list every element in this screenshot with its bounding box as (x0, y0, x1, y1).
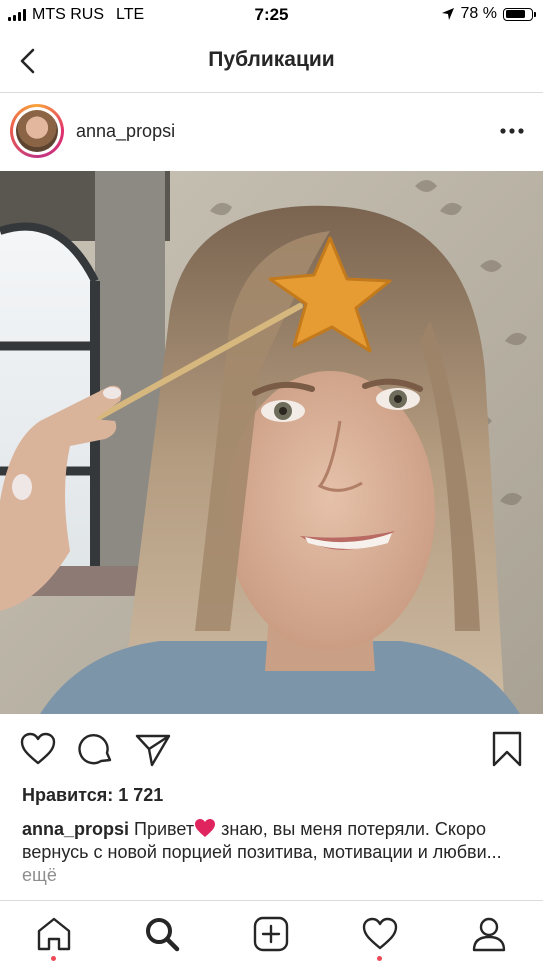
avatar[interactable] (10, 104, 64, 158)
post-header: anna_propsi (0, 93, 543, 171)
post-username[interactable]: anna_propsi (76, 121, 175, 142)
like-button[interactable] (19, 730, 57, 768)
home-icon (37, 917, 71, 951)
plus-square-icon (253, 916, 289, 952)
red-heart-emoji-icon (195, 819, 216, 837)
post-caption: anna_propsi Привет знаю, вы меня потерял… (22, 818, 522, 887)
ellipsis-icon (500, 128, 524, 134)
status-right: 78 % (441, 5, 536, 23)
location-arrow-icon (441, 8, 454, 20)
post-actions (0, 714, 543, 784)
tab-activity[interactable] (361, 915, 399, 953)
tab-bar (0, 900, 543, 967)
caption-username[interactable]: anna_propsi (22, 819, 129, 839)
post-photo-illustration (0, 171, 543, 714)
paper-plane-icon (135, 734, 171, 767)
battery-percent: 78 % (460, 5, 497, 22)
caption-more-link[interactable]: ещё (22, 865, 57, 885)
comment-button[interactable] (77, 730, 115, 768)
tab-home[interactable] (35, 915, 73, 953)
bookmark-icon (492, 731, 522, 767)
likes-count[interactable]: Нравится: 1 721 (22, 785, 163, 806)
caption-text-start: Привет (134, 819, 195, 839)
home-notification-dot (51, 956, 56, 961)
comment-icon (78, 733, 112, 765)
nav-bar: Публикации (0, 32, 543, 93)
tab-profile[interactable] (470, 915, 508, 953)
avatar-border (13, 107, 61, 155)
tab-search[interactable] (143, 915, 181, 953)
status-bar: MTS RUS LTE 7:25 78 % (0, 0, 543, 32)
battery-fill (505, 10, 525, 18)
more-options-button[interactable] (499, 123, 525, 139)
back-button[interactable] (14, 44, 44, 78)
battery-icon (503, 7, 536, 21)
avatar-image (16, 110, 58, 152)
heart-outline-icon (20, 732, 56, 765)
tab-create[interactable] (252, 915, 290, 953)
person-icon (472, 917, 506, 952)
heart-outline-icon (362, 917, 398, 950)
activity-notification-dot (377, 956, 382, 961)
chevron-left-icon (20, 48, 35, 74)
post-photo[interactable] (0, 171, 543, 714)
search-icon (146, 918, 180, 952)
share-button[interactable] (134, 730, 172, 768)
save-button[interactable] (488, 730, 526, 768)
page-title: Публикации (208, 48, 335, 71)
